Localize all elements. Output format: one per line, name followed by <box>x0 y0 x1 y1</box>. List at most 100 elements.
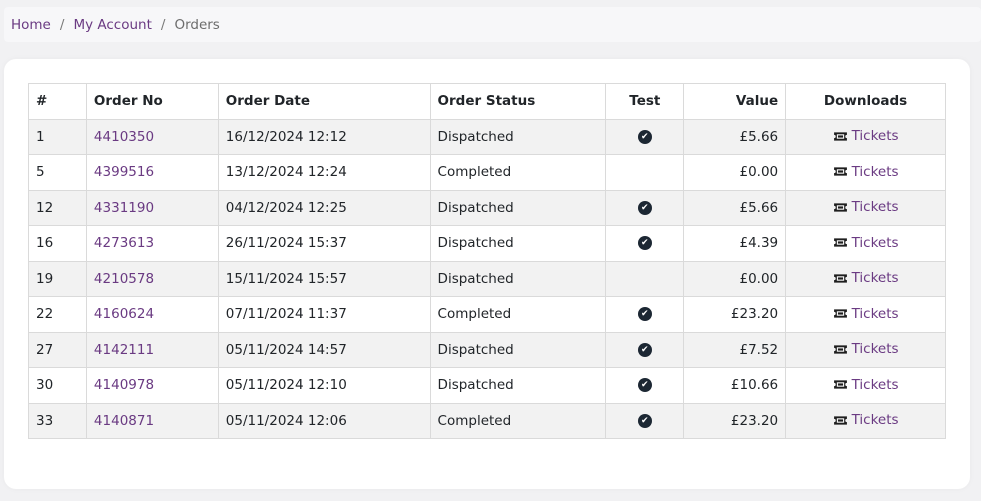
order-date-cell: 05/11/2024 12:10 <box>217 367 431 404</box>
downloads-cell: Tickets <box>785 402 946 439</box>
header-num: # <box>28 83 87 120</box>
breadcrumb-current: Orders <box>174 16 220 33</box>
order-no-cell: 4331190 <box>85 189 219 226</box>
order-status-cell: Completed <box>429 296 607 333</box>
order-row-number: 1 <box>28 118 87 155</box>
ticket-icon <box>833 344 847 354</box>
table-row: 1 4410350 16/12/2024 12:12 Dispatched ✔ … <box>28 118 946 155</box>
order-no-link[interactable]: 4160624 <box>94 306 154 322</box>
tickets-label: Tickets <box>851 270 899 286</box>
order-no-cell: 4160624 <box>85 296 219 333</box>
table-row: 22 4160624 07/11/2024 11:37 Completed ✔ … <box>28 296 946 333</box>
breadcrumb-home-link[interactable]: Home <box>11 17 51 33</box>
order-date-cell: 05/11/2024 14:57 <box>217 331 431 368</box>
order-date-cell: 13/12/2024 12:24 <box>217 154 431 191</box>
test-cell: ✔ <box>605 225 685 262</box>
tickets-download-link[interactable]: Tickets <box>833 128 899 144</box>
table-row: 30 4140978 05/11/2024 12:10 Dispatched ✔… <box>28 367 946 404</box>
table-row: 19 4210578 15/11/2024 15:57 Dispatched £… <box>28 260 946 297</box>
table-row: 12 4331190 04/12/2024 12:25 Dispatched ✔… <box>28 189 946 226</box>
tickets-download-link[interactable]: Tickets <box>833 164 899 180</box>
order-status-cell: Completed <box>429 402 607 439</box>
order-value-cell: £23.20 <box>683 402 787 439</box>
tickets-download-link[interactable]: Tickets <box>833 235 899 251</box>
check-circle-icon: ✔ <box>637 342 652 357</box>
tickets-download-link[interactable]: Tickets <box>833 412 899 428</box>
tickets-label: Tickets <box>851 199 899 215</box>
check-circle-icon: ✔ <box>637 200 652 215</box>
orders-card: # Order No Order Date Order Status Test … <box>4 59 970 489</box>
breadcrumb: Home / My Account / Orders <box>4 7 981 42</box>
ticket-icon <box>833 273 847 283</box>
table-row: 33 4140871 05/11/2024 12:06 Completed ✔ … <box>28 402 946 439</box>
order-no-cell: 4140978 <box>85 367 219 404</box>
order-no-cell: 4399516 <box>85 154 219 191</box>
downloads-cell: Tickets <box>785 296 946 333</box>
order-no-link[interactable]: 4273613 <box>94 235 154 251</box>
downloads-cell: Tickets <box>785 189 946 226</box>
order-row-number: 30 <box>28 367 87 404</box>
header-downloads: Downloads <box>785 83 946 120</box>
tickets-download-link[interactable]: Tickets <box>833 306 899 322</box>
header-order-no: Order No <box>85 83 219 120</box>
order-row-number: 33 <box>28 402 87 439</box>
order-status-cell: Dispatched <box>429 367 607 404</box>
order-no-cell: 4140871 <box>85 402 219 439</box>
order-row-number: 27 <box>28 331 87 368</box>
check-circle-icon: ✔ <box>637 129 652 144</box>
tickets-label: Tickets <box>851 305 899 322</box>
order-row-number: 16 <box>28 225 87 262</box>
table-row: 16 4273613 26/11/2024 15:37 Dispatched ✔… <box>28 225 946 262</box>
order-no-cell: 4273613 <box>85 225 219 262</box>
order-no-link[interactable]: 4142111 <box>94 342 154 358</box>
order-status-cell: Dispatched <box>429 260 607 297</box>
order-row-number: 19 <box>28 260 87 297</box>
order-no-link[interactable]: 4331190 <box>94 200 154 216</box>
breadcrumb-separator: / <box>160 16 166 33</box>
test-cell: ✔ <box>605 402 685 439</box>
order-date-cell: 16/12/2024 12:12 <box>217 118 431 155</box>
check-circle-icon: ✔ <box>637 378 652 393</box>
orders-table: # Order No Order Date Order Status Test … <box>28 83 946 439</box>
tickets-download-link[interactable]: Tickets <box>833 270 899 286</box>
order-status-cell: Dispatched <box>429 331 607 368</box>
tickets-label: Tickets <box>851 128 899 144</box>
order-value-cell: £7.52 <box>683 331 787 368</box>
order-value-cell: £5.66 <box>683 118 787 155</box>
downloads-cell: Tickets <box>785 367 946 404</box>
test-cell <box>605 260 685 297</box>
order-status-cell: Dispatched <box>429 225 607 262</box>
order-no-link[interactable]: 4210578 <box>94 271 154 287</box>
order-no-cell: 4210578 <box>85 260 219 297</box>
order-value-cell: £5.66 <box>683 189 787 226</box>
test-cell: ✔ <box>605 189 685 226</box>
header-value: Value <box>683 83 787 120</box>
order-no-link[interactable]: 4399516 <box>94 164 154 180</box>
ticket-icon <box>833 380 847 389</box>
order-no-link[interactable]: 4140978 <box>94 377 154 393</box>
order-date-cell: 15/11/2024 15:57 <box>217 260 431 297</box>
order-value-cell: £4.39 <box>683 225 787 262</box>
tickets-label: Tickets <box>851 376 899 393</box>
downloads-cell: Tickets <box>785 225 946 262</box>
header-order-date: Order Date <box>217 83 431 120</box>
ticket-icon <box>833 309 847 318</box>
tickets-download-link[interactable]: Tickets <box>833 377 899 393</box>
tickets-label: Tickets <box>851 341 899 357</box>
order-date-cell: 07/11/2024 11:37 <box>217 296 431 333</box>
order-value-cell: £23.20 <box>683 296 787 333</box>
breadcrumb-my-account-link[interactable]: My Account <box>73 17 151 33</box>
order-value-cell: £0.00 <box>683 260 787 297</box>
order-status-cell: Dispatched <box>429 118 607 155</box>
order-no-cell: 4142111 <box>85 331 219 368</box>
tickets-download-link[interactable]: Tickets <box>833 199 899 215</box>
tickets-download-link[interactable]: Tickets <box>833 341 899 357</box>
order-no-link[interactable]: 4410350 <box>94 129 154 145</box>
downloads-cell: Tickets <box>785 331 946 368</box>
table-row: 27 4142111 05/11/2024 14:57 Dispatched ✔… <box>28 331 946 368</box>
downloads-cell: Tickets <box>785 118 946 155</box>
order-no-link[interactable]: 4140871 <box>94 413 154 429</box>
order-row-number: 5 <box>28 154 87 191</box>
check-circle-icon: ✔ <box>637 307 652 322</box>
test-cell: ✔ <box>605 118 685 155</box>
